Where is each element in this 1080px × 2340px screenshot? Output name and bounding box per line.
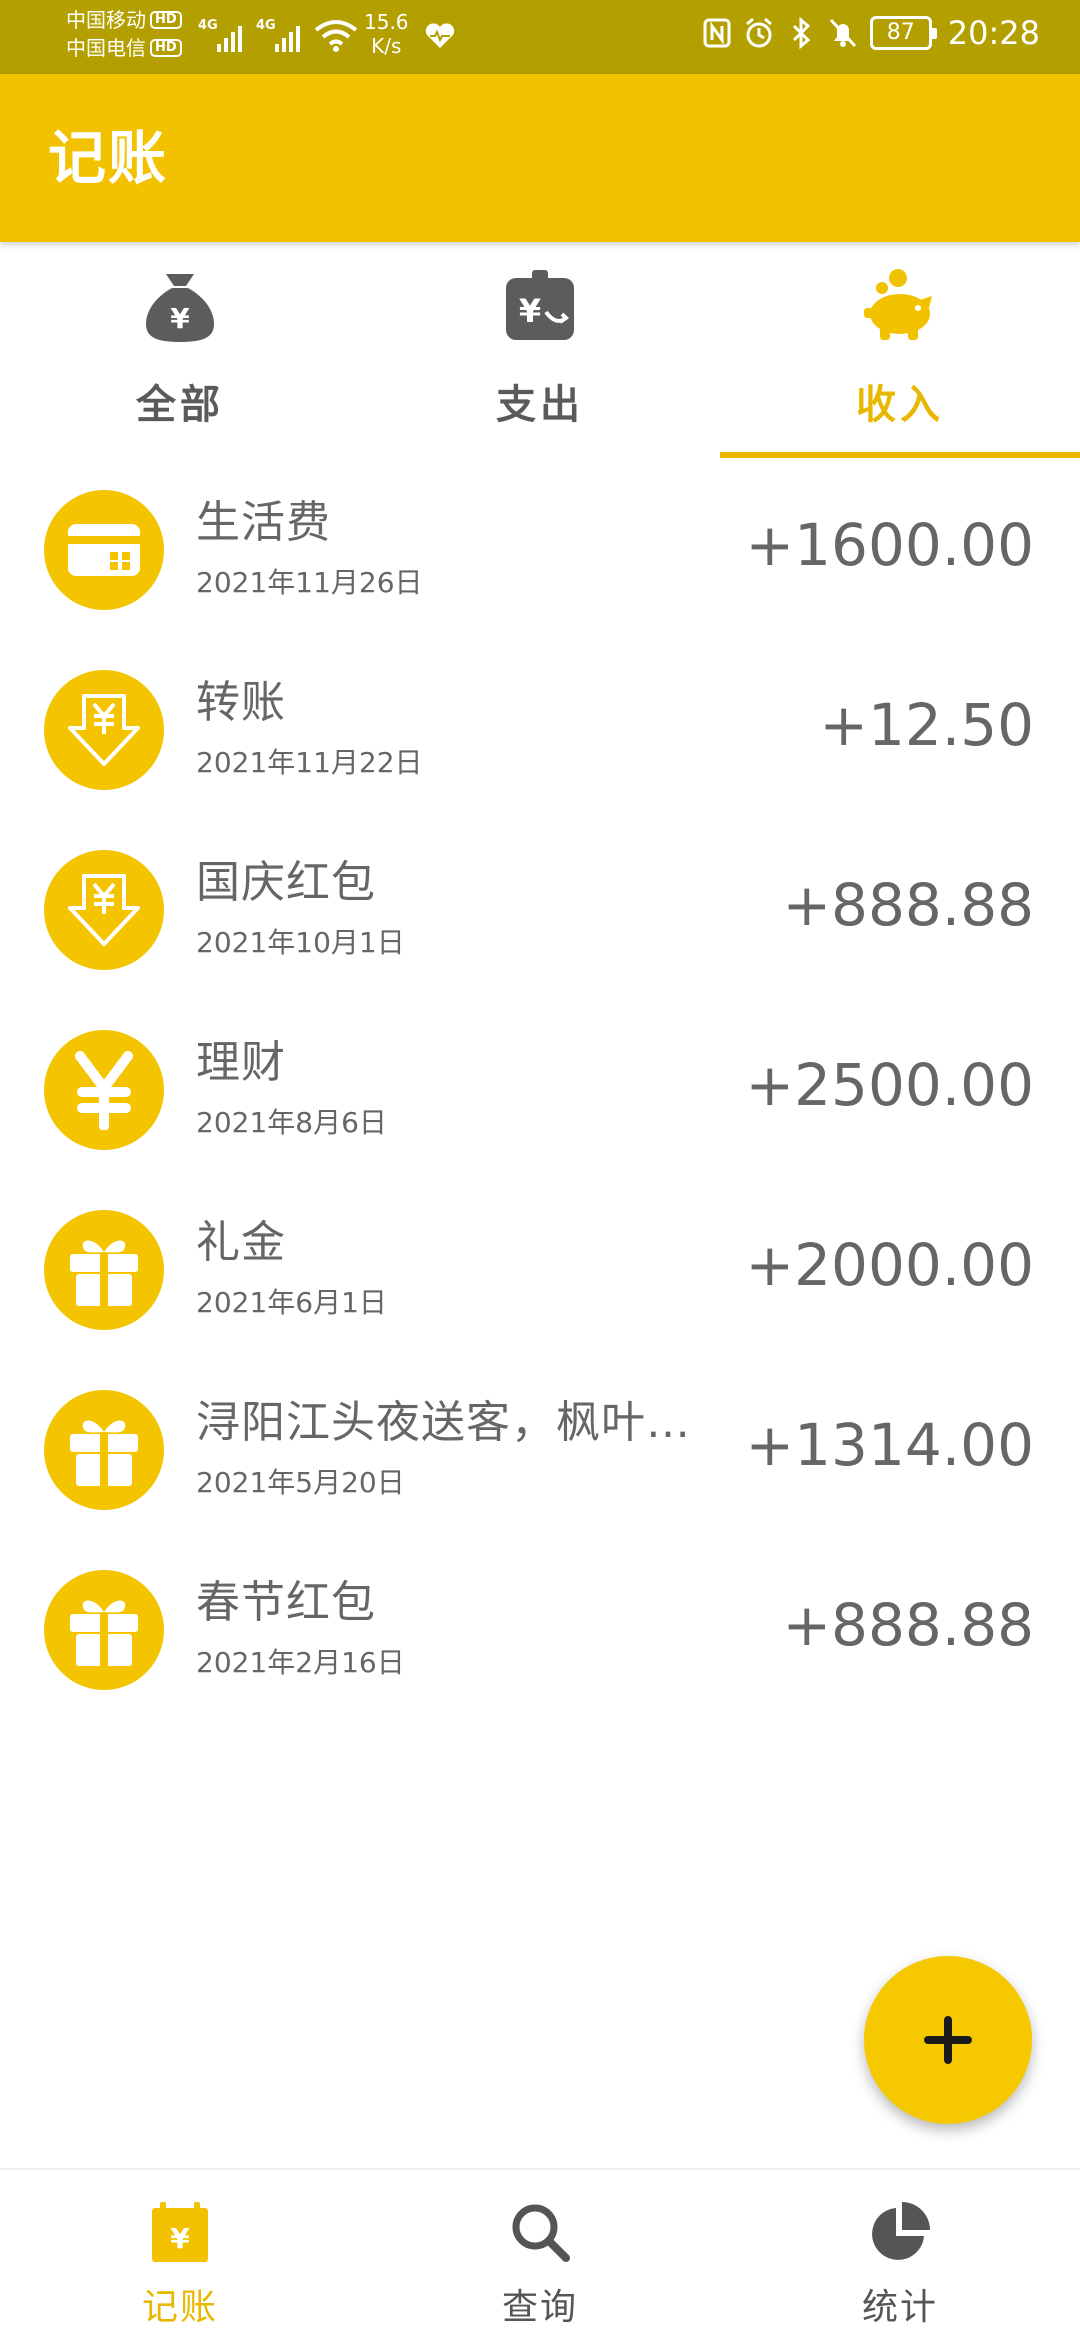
list-item[interactable]: 礼金 2021年6月1日 +2000.00 — [0, 1180, 1080, 1360]
tab-all[interactable]: ¥ 全部 — [0, 242, 360, 460]
record-title: 生活费 — [196, 497, 331, 548]
network-type: 4G — [256, 18, 276, 33]
record-title: 国庆红包 — [196, 857, 376, 908]
plus-icon — [924, 2016, 972, 2064]
tab-expense[interactable]: ¥ 支出 — [360, 242, 720, 460]
record-amount: +888.88 — [782, 871, 1034, 939]
list-item[interactable]: 生活费 2021年11月26日 +1600.00 — [0, 460, 1080, 640]
record-amount: +2000.00 — [745, 1231, 1034, 1299]
tab-label: 全部 — [136, 382, 224, 428]
nav-label: 记账 — [141, 2287, 218, 2328]
record-title: 礼金 — [196, 1217, 286, 1268]
battery-icon: 87 — [869, 16, 937, 50]
wallet-yen-icon: ¥ — [506, 270, 574, 340]
hd-badge: HD — [150, 39, 182, 57]
list-item[interactable]: 国庆红包 2021年10月1日 +888.88 — [0, 820, 1080, 1000]
record-date: 2021年2月16日 — [196, 1646, 405, 1679]
card-icon — [68, 524, 140, 576]
tab-bar: ¥ 全部 ¥ 支出 收入 — [0, 242, 1080, 460]
pie-chart-icon — [872, 2202, 930, 2260]
add-record-button[interactable] — [864, 1956, 1032, 2124]
list-item[interactable]: 理财 2021年8月6日 +2500.00 — [0, 1000, 1080, 1180]
category-icon-circle — [44, 490, 164, 610]
record-title: 理财 — [196, 1037, 286, 1088]
piggy-bank-icon — [864, 269, 932, 340]
svg-text:¥: ¥ — [519, 292, 541, 330]
carrier-info: 中国移动 HD 中国电信 HD — [66, 6, 182, 62]
yen-down-arrow-icon — [68, 694, 140, 766]
system-icons: 87 20:28 — [702, 16, 1040, 50]
gift-icon — [70, 1600, 138, 1666]
network-speed: 15.6 K/s — [364, 10, 409, 58]
hd-badge: HD — [150, 11, 182, 29]
bottom-navigation: ¥ 记账 查询 统计 — [0, 2168, 1080, 2340]
app-bar: 记账 — [0, 74, 1080, 242]
tab-indicator — [720, 452, 1080, 458]
list-item[interactable]: 春节红包 2021年2月16日 +888.88 — [0, 1540, 1080, 1720]
heart-icon — [425, 23, 455, 48]
alarm-icon — [745, 17, 772, 48]
record-date: 2021年10月1日 — [196, 926, 405, 959]
gift-icon — [70, 1420, 138, 1486]
page-title: 记账 — [48, 124, 169, 192]
record-amount: +2500.00 — [745, 1051, 1034, 1119]
category-icon-circle — [44, 850, 164, 970]
carrier-1: 中国移动 — [66, 8, 146, 32]
signal-icon: 4G — [256, 18, 300, 52]
speed-value: 15.6 — [364, 10, 409, 34]
category-icon-circle — [44, 1570, 164, 1690]
record-title: 春节红包 — [196, 1577, 376, 1628]
signal-indicators: 4G 4G — [198, 18, 358, 52]
nav-search[interactable]: 查询 — [360, 2170, 720, 2340]
category-icon-circle — [44, 1030, 164, 1150]
category-icon-circle — [44, 1390, 164, 1510]
speed-unit: K/s — [371, 34, 402, 58]
record-date: 2021年8月6日 — [196, 1106, 387, 1139]
nfc-icon — [703, 18, 731, 48]
svg-text:¥: ¥ — [170, 2222, 190, 2255]
record-date: 2021年11月26日 — [196, 566, 423, 599]
record-date: 2021年6月1日 — [196, 1286, 387, 1319]
nav-statistics[interactable]: 统计 — [720, 2170, 1080, 2340]
category-icon-circle — [44, 670, 164, 790]
record-date: 2021年11月22日 — [196, 746, 423, 779]
yen-down-arrow-icon — [68, 874, 140, 946]
signal-icon: 4G — [198, 18, 242, 52]
tab-label: 收入 — [856, 382, 944, 428]
network-type: 4G — [198, 18, 218, 33]
nav-label: 查询 — [501, 2287, 578, 2328]
ledger-yen-icon: ¥ — [152, 2202, 208, 2262]
gift-icon — [70, 1240, 138, 1306]
nav-label: 统计 — [861, 2287, 938, 2328]
status-bar: 中国移动 HD 中国电信 HD 4G 4G 15.6 K/s 87 20:28 — [0, 0, 1080, 74]
nav-ledger[interactable]: ¥ 记账 — [0, 2170, 360, 2340]
record-title: 转账 — [196, 677, 286, 728]
record-list: 生活费 2021年11月26日 +1600.00 转账 2021年11月22日 … — [0, 460, 1080, 1720]
list-item[interactable]: 浔阳江头夜送客，枫叶… 2021年5月20日 +1314.00 — [0, 1360, 1080, 1540]
battery-level: 87 — [886, 20, 915, 45]
clock: 20:28 — [947, 14, 1040, 52]
record-amount: +1600.00 — [745, 511, 1034, 579]
bluetooth-icon — [792, 16, 810, 50]
tab-income[interactable]: 收入 — [720, 242, 1080, 460]
svg-text:¥: ¥ — [170, 302, 190, 335]
list-item[interactable]: 转账 2021年11月22日 +12.50 — [0, 640, 1080, 820]
record-amount: +1314.00 — [745, 1411, 1034, 1479]
search-icon — [512, 2204, 570, 2262]
carrier-2: 中国电信 — [66, 36, 146, 60]
yen-icon — [75, 1051, 133, 1130]
record-amount: +12.50 — [819, 691, 1034, 759]
tab-label: 支出 — [496, 382, 584, 428]
wifi-icon — [314, 20, 358, 52]
record-date: 2021年5月20日 — [196, 1466, 405, 1499]
money-bag-icon: ¥ — [146, 274, 214, 342]
mute-bell-icon — [829, 18, 856, 48]
category-icon-circle — [44, 1210, 164, 1330]
record-title: 浔阳江头夜送客，枫叶… — [196, 1397, 691, 1448]
record-amount: +888.88 — [782, 1591, 1034, 1659]
